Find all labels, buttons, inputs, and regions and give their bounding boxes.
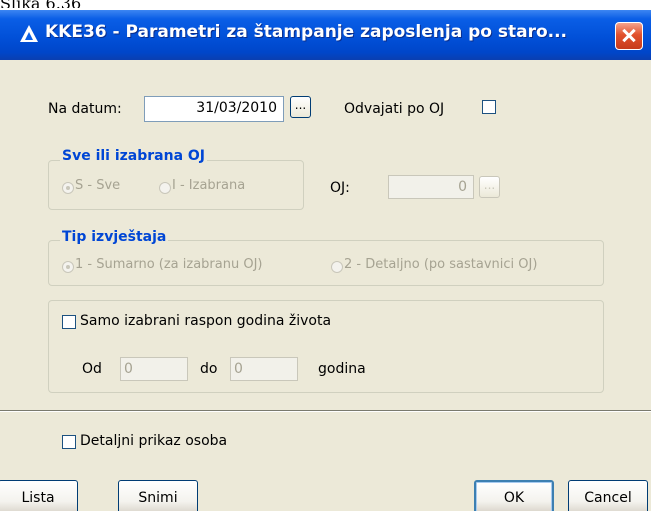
save-button[interactable]: Snimi xyxy=(118,480,198,511)
oj-selected-radio[interactable] xyxy=(159,182,171,194)
separator xyxy=(0,410,651,412)
oj-label: OJ: xyxy=(330,180,350,196)
close-button[interactable] xyxy=(615,22,643,50)
window-title: KKE36 - Parametri za štampanje zaposlenj… xyxy=(45,22,568,42)
report-detailed-label: 2 - Detaljno (po sastavnici OJ) xyxy=(344,257,538,272)
report-type-title: Tip izvještaja xyxy=(60,229,169,245)
date-field[interactable]: 31/03/2010 xyxy=(144,96,284,122)
oj-all-label: S - Sve xyxy=(75,178,121,193)
oj-all-radio[interactable] xyxy=(62,182,74,194)
details-label: Detaljni prikaz osoba xyxy=(80,433,228,449)
age-from-field[interactable]: 0 xyxy=(120,357,188,381)
figure-caption: Slika 6.36 xyxy=(0,0,651,8)
cancel-button[interactable]: Cancel xyxy=(568,480,648,511)
list-button[interactable]: Lista xyxy=(0,480,78,511)
oj-field[interactable]: 0 xyxy=(388,175,474,199)
app-triangle-icon xyxy=(20,25,38,42)
split-by-oj-checkbox[interactable] xyxy=(482,100,496,114)
report-detailed-radio[interactable] xyxy=(331,261,343,273)
split-by-oj-label: Odvajati po OJ xyxy=(344,101,445,117)
age-range-label: Samo izabrani raspon godina života xyxy=(80,313,332,329)
age-to-label: do xyxy=(200,361,218,377)
oj-picker-button[interactable]: ... xyxy=(479,176,500,198)
title-bar[interactable]: KKE36 - Parametri za štampanje zaposlenj… xyxy=(0,10,651,60)
oj-group-title: Sve ili izabrana OJ xyxy=(60,148,208,164)
dialog-window: KKE36 - Parametri za štampanje zaposlenj… xyxy=(0,10,651,511)
age-to-field[interactable]: 0 xyxy=(230,357,298,381)
age-range-checkbox[interactable] xyxy=(62,315,76,329)
ok-button[interactable]: OK xyxy=(474,480,554,511)
date-picker-button[interactable]: ... xyxy=(290,96,311,118)
report-summary-radio[interactable] xyxy=(62,261,74,273)
details-checkbox[interactable] xyxy=(62,435,76,449)
report-summary-label: 1 - Sumarno (za izabranu OJ) xyxy=(75,257,263,272)
oj-selected-label: I - Izabrana xyxy=(172,178,246,193)
age-from-label: Od xyxy=(82,361,102,377)
age-unit-label: godina xyxy=(318,361,366,377)
date-label: Na datum: xyxy=(48,101,122,117)
